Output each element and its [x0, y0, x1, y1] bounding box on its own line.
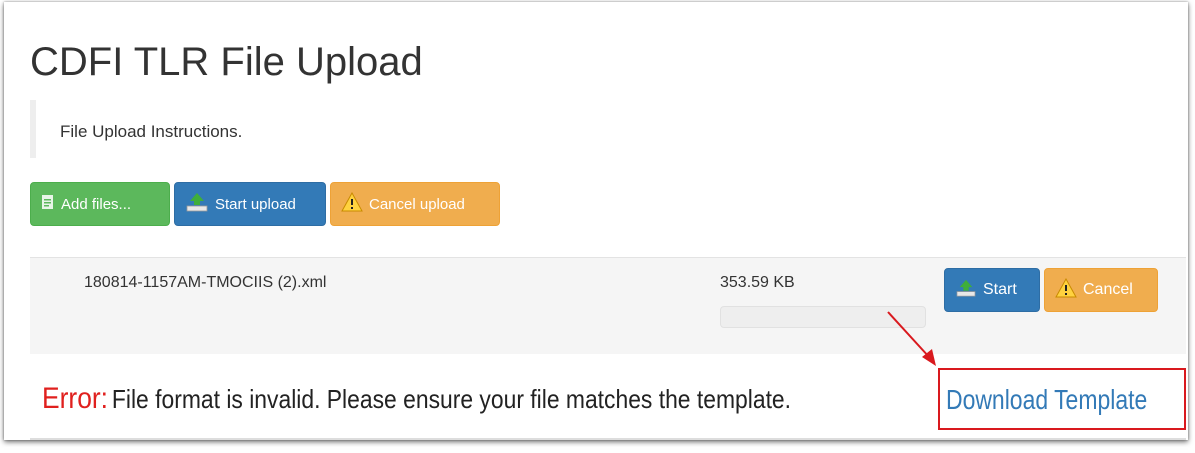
- add-files-button[interactable]: Add files...: [30, 182, 170, 226]
- add-file-icon: [41, 194, 55, 214]
- upload-progress-bar: [720, 306, 926, 328]
- start-upload-button[interactable]: Start upload: [174, 182, 326, 226]
- bottom-divider: [30, 438, 1186, 440]
- error-message-line: Error: File format is invalid. Please en…: [42, 382, 791, 416]
- file-size: 353.59 KB: [720, 274, 795, 291]
- error-label: Error:: [42, 382, 108, 415]
- warning-icon: [341, 191, 363, 216]
- start-label: Start: [983, 281, 1017, 298]
- upload-instructions: File Upload Instructions.: [60, 122, 243, 141]
- error-message: File format is invalid. Please ensure yo…: [111, 384, 792, 414]
- cancel-button[interactable]: Cancel: [1044, 268, 1158, 312]
- add-files-label: Add files...: [61, 195, 132, 213]
- warning-icon: [1055, 277, 1077, 303]
- cancel-upload-button[interactable]: Cancel upload: [330, 182, 500, 226]
- page-title: CDFI TLR File Upload: [30, 40, 423, 84]
- download-template-link[interactable]: Download Template: [946, 384, 1147, 416]
- cancel-upload-label: Cancel upload: [369, 195, 465, 213]
- file-name: 180814-1157AM-TMOCIIS (2).xml: [84, 274, 327, 291]
- screenshot-frame: CDFI TLR File Upload File Upload Instruc…: [4, 2, 1188, 440]
- upload-icon: [185, 192, 209, 216]
- cancel-label: Cancel: [1083, 281, 1133, 298]
- instructions-bar: [30, 100, 36, 158]
- upload-icon: [955, 279, 977, 302]
- start-button[interactable]: Start: [944, 268, 1040, 312]
- start-upload-label: Start upload: [215, 195, 296, 213]
